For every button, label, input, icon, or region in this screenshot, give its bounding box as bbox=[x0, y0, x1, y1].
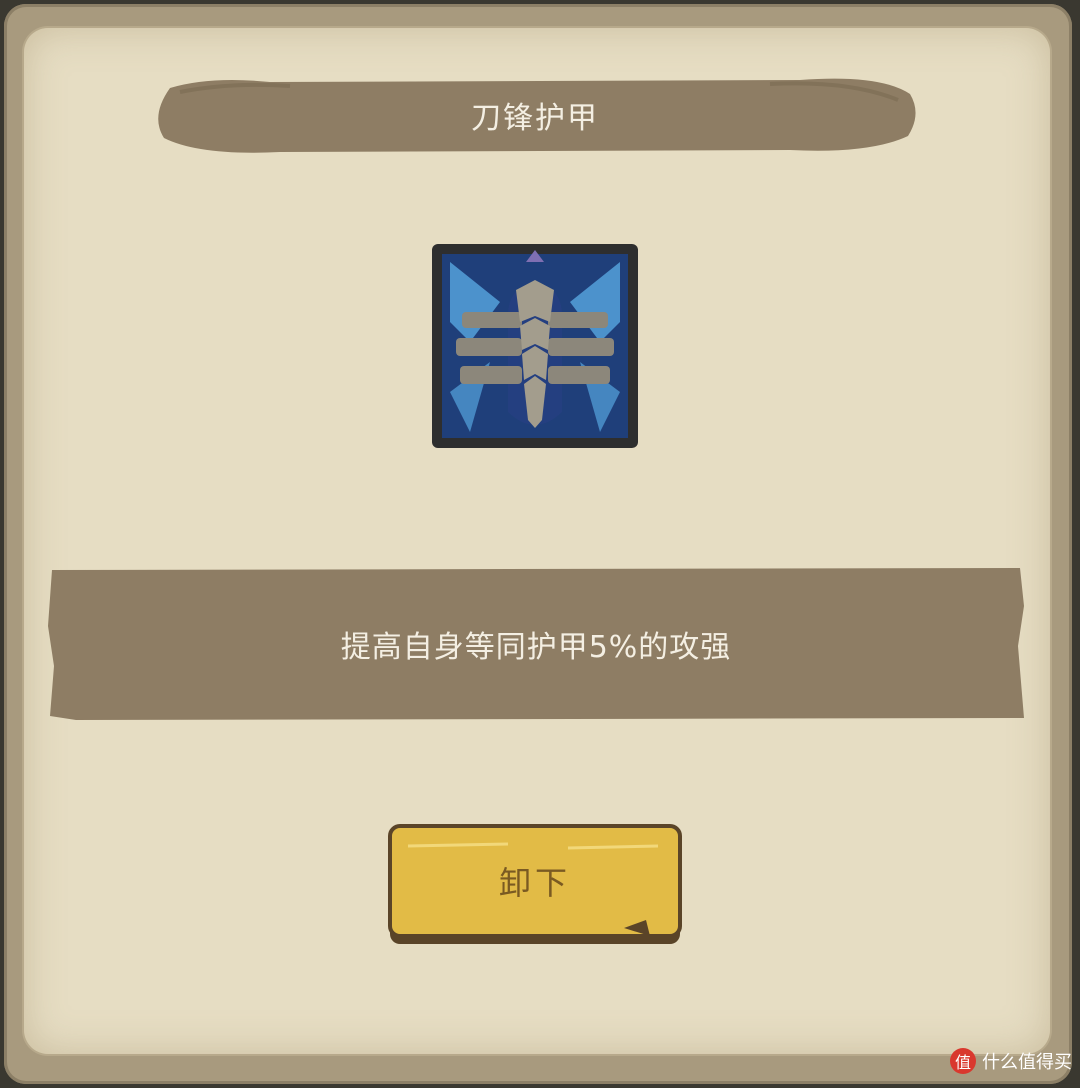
item-description: 提高自身等同护甲5%的攻强 bbox=[340, 630, 732, 665]
unequip-label: 卸下 bbox=[498, 864, 571, 902]
description-bar: 提高自身等同护甲5%的攻强 bbox=[46, 566, 1026, 722]
title-banner: 刀锋护甲 bbox=[150, 74, 920, 156]
watermark-text: 什么值得买 bbox=[982, 1052, 1072, 1073]
unequip-button[interactable]: 卸下 bbox=[388, 824, 682, 946]
item-title: 刀锋护甲 bbox=[471, 101, 599, 136]
watermark-badge: 值 bbox=[950, 1048, 976, 1074]
watermark: 值 什么值得买 bbox=[950, 1048, 1072, 1074]
bladed-armor-icon bbox=[430, 242, 640, 450]
